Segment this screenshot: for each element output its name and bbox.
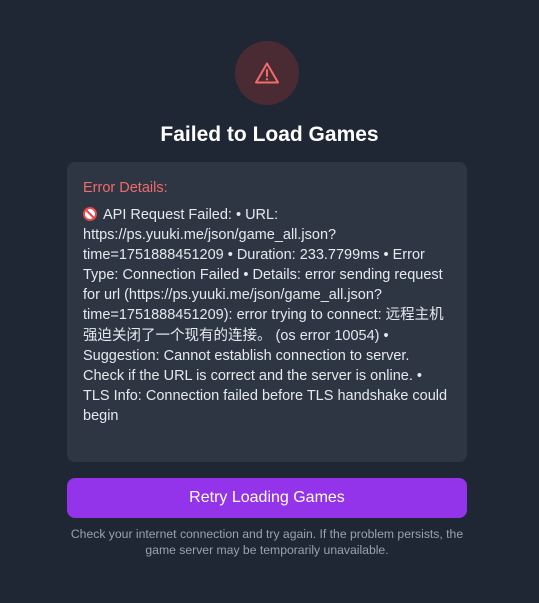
- error-icon-badge: [235, 41, 299, 105]
- retry-loading-games-button[interactable]: Retry Loading Games: [67, 478, 467, 518]
- error-details-heading: Error Details:: [83, 180, 168, 196]
- page-title: Failed to Load Games: [160, 123, 379, 146]
- warning-triangle-icon: [255, 62, 279, 84]
- error-details-panel: Error Details: API Request Failed: • URL…: [67, 162, 467, 462]
- help-text: Check your internet connection and try a…: [70, 527, 464, 557]
- error-message: API Request Failed: • URL: https://ps.yu…: [83, 205, 451, 426]
- no-entry-icon: [83, 207, 97, 221]
- error-message-text: API Request Failed: • URL: https://ps.yu…: [83, 207, 448, 424]
